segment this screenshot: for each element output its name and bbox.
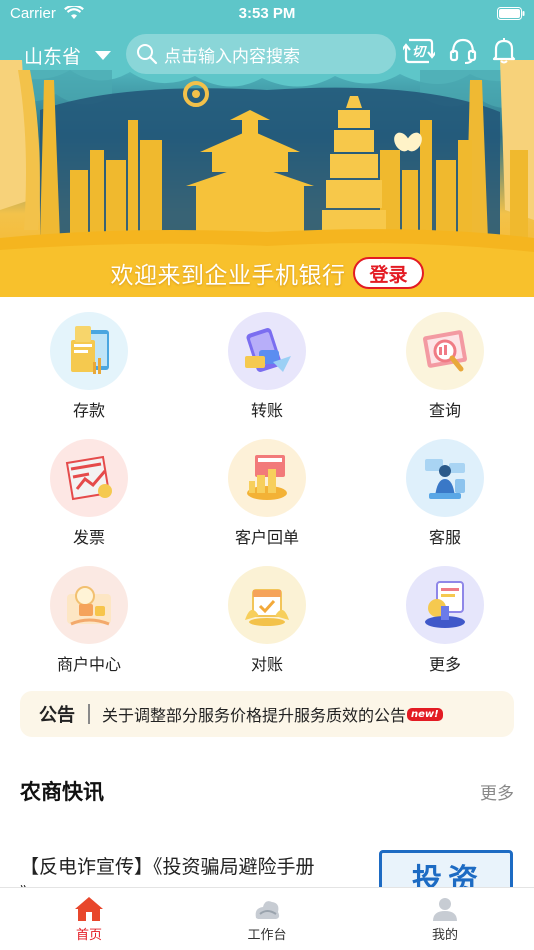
- top-bar: 山东省 点击输入内容搜索 切: [0, 32, 534, 78]
- welcome-bar: 欢迎来到企业手机银行 登录: [0, 254, 534, 292]
- new-badge: new!: [407, 707, 443, 721]
- grid-item-transfer[interactable]: 转账: [178, 312, 356, 421]
- grid-item-query[interactable]: 查询: [356, 312, 534, 421]
- customer-service-icon: [406, 439, 484, 517]
- news-thumbnail: 投资: [379, 850, 513, 888]
- merchant-icon: [50, 566, 128, 644]
- tab-label-workbench: 工作台: [247, 928, 287, 943]
- tab-workbench[interactable]: 工作台: [178, 888, 356, 950]
- more-icon: [406, 566, 484, 644]
- region-selector[interactable]: 山东省: [24, 42, 112, 69]
- invoice-icon: [50, 439, 128, 517]
- search-placeholder: 点击输入内容搜索: [164, 46, 300, 67]
- deposit-icon: [50, 312, 128, 390]
- status-bar: Carrier 3:53 PM: [0, 0, 534, 28]
- welcome-text: 欢迎来到企业手机银行: [110, 263, 346, 289]
- profile-icon: [433, 898, 457, 921]
- news-section-title: 农商快讯: [20, 780, 104, 804]
- grid-label-reconcile: 对账: [250, 655, 283, 674]
- top-actions: 切: [403, 36, 517, 66]
- news-header: 农商快讯 更多: [20, 774, 514, 806]
- search-input[interactable]: 点击输入内容搜索: [126, 34, 396, 74]
- query-icon: [406, 312, 484, 390]
- notice-tag: 公告: [39, 705, 75, 726]
- tab-label-profile: 我的: [431, 928, 458, 943]
- grid-label-transfer: 转账: [250, 401, 283, 420]
- workbench-icon: [255, 901, 280, 919]
- battery-icon: [497, 7, 525, 20]
- grid-item-reconcile[interactable]: 对账: [178, 566, 356, 675]
- notice-message: 关于调整部分服务价格提升服务质效的公告: [102, 706, 407, 725]
- grid-item-invoice[interactable]: 发票: [0, 439, 178, 548]
- grid-label-customer-service: 客服: [428, 528, 461, 547]
- switch-icon[interactable]: 切: [403, 36, 435, 66]
- news-headline: 【反电诈宣传】《投资骗局避险手册: [20, 856, 315, 878]
- home-icon: [75, 897, 103, 921]
- grid-label-receipt: 客户回单: [234, 528, 299, 547]
- grid-item-more[interactable]: 更多: [356, 566, 534, 675]
- grid-label-query: 查询: [428, 401, 461, 420]
- notice-bar[interactable]: 公告 关于调整部分服务价格提升服务质效的公告 new!: [20, 691, 514, 737]
- tab-profile[interactable]: 我的: [356, 888, 534, 950]
- tab-home[interactable]: 首页: [0, 888, 178, 950]
- region-label: 山东省: [24, 46, 82, 68]
- news-thumb-text: 投资: [412, 863, 484, 888]
- grid-item-merchant[interactable]: 商户中心: [0, 566, 178, 675]
- grid-label-deposit: 存款: [72, 401, 105, 420]
- feature-grid: 存款 转账 查询 发票 客户回单 客服 商户中心 对账 更多: [0, 312, 534, 675]
- hero-banner: Carrier 3:53 PM 山东省 点击输入内容搜索 切 欢迎来到企业手机银…: [0, 0, 534, 297]
- transfer-icon: [228, 312, 306, 390]
- caret-down-icon: [95, 51, 112, 60]
- svg-text:切: 切: [412, 45, 428, 60]
- receipt-icon: [228, 439, 306, 517]
- headset-icon[interactable]: [449, 37, 477, 65]
- grid-label-merchant: 商户中心: [56, 655, 121, 674]
- search-icon: [137, 44, 158, 65]
- tab-label-home: 首页: [75, 928, 102, 943]
- reconcile-icon: [228, 566, 306, 644]
- login-button[interactable]: 登录: [353, 257, 424, 289]
- grid-label-more: 更多: [428, 655, 461, 674]
- clock: 3:53 PM: [238, 5, 296, 22]
- news-more-link[interactable]: 更多: [480, 779, 514, 804]
- news-item[interactable]: 【反电诈宣传】《投资骗局避险手册 》 投资: [0, 848, 534, 888]
- grid-item-deposit[interactable]: 存款: [0, 312, 178, 421]
- grid-item-receipt[interactable]: 客户回单: [178, 439, 356, 548]
- notice-divider: [88, 704, 90, 724]
- grid-item-customer-service[interactable]: 客服: [356, 439, 534, 548]
- bell-icon[interactable]: [491, 37, 517, 65]
- tab-bar: 首页 工作台 我的: [0, 887, 534, 950]
- grid-label-invoice: 发票: [72, 528, 105, 547]
